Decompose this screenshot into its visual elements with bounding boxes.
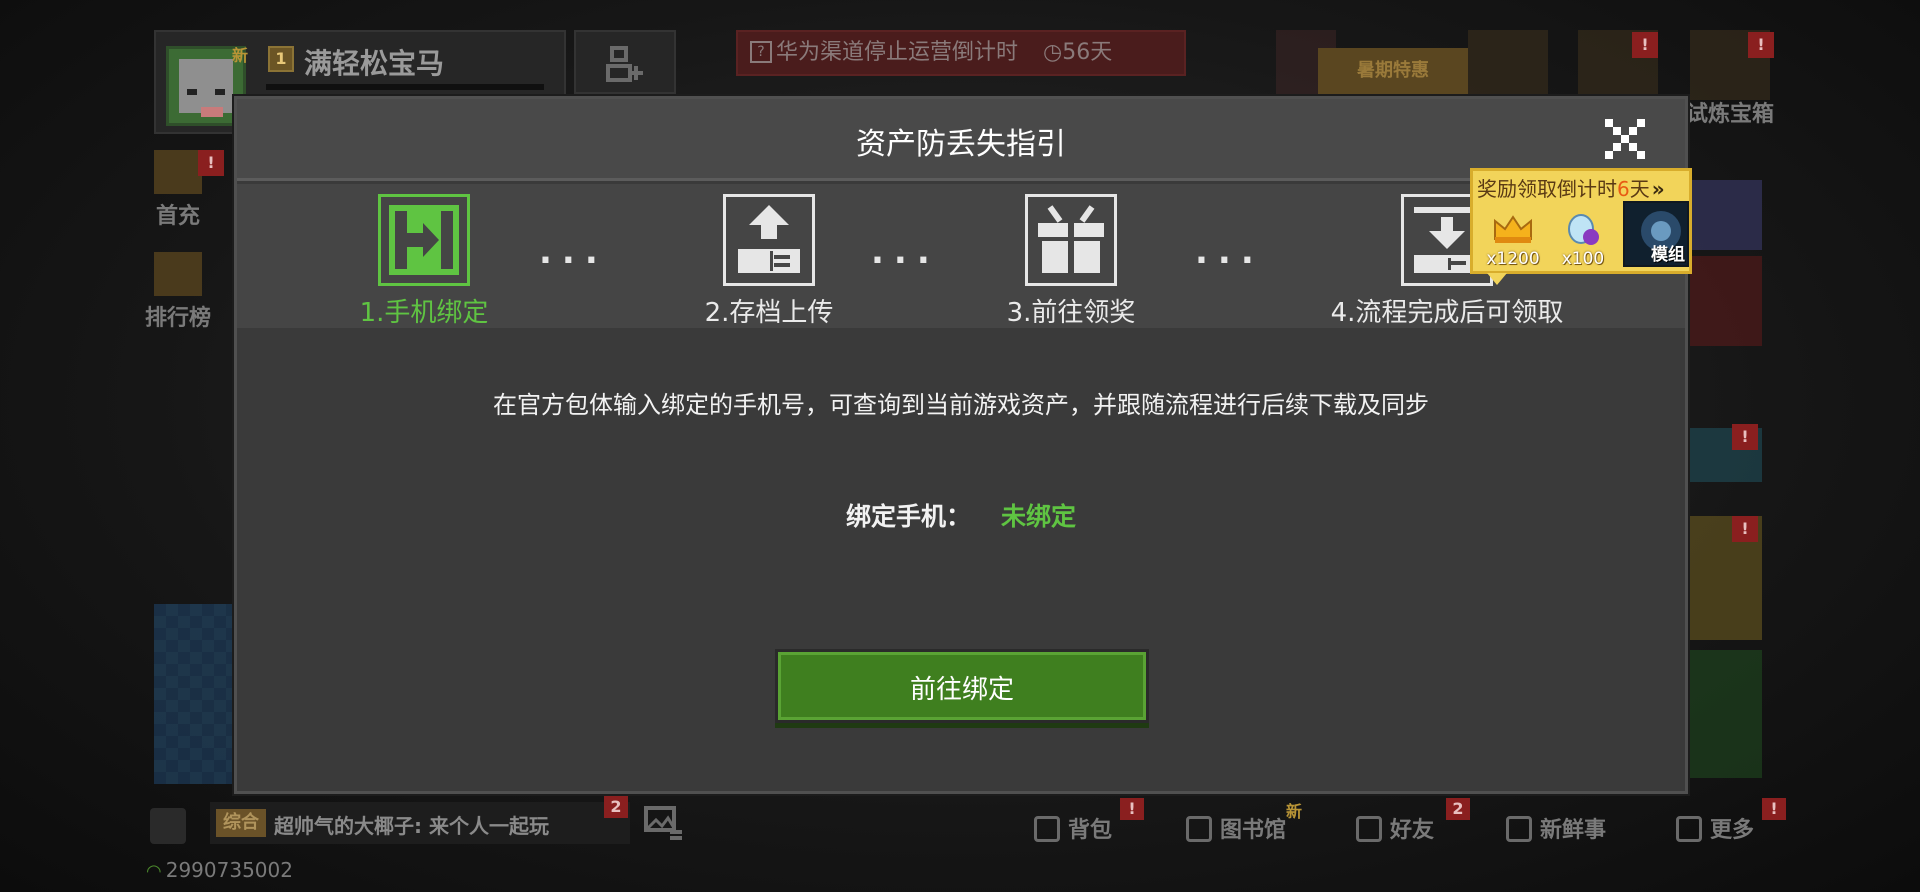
leaderboard-item[interactable]: 排行榜 — [140, 252, 216, 332]
help-icon: ? — [750, 41, 772, 63]
reward-days: 6 — [1617, 177, 1630, 201]
badge: 2 — [1446, 798, 1470, 820]
backpack-icon — [1034, 816, 1060, 842]
mod-thumbnail: 模组 — [1623, 201, 1689, 267]
bind-phone-status: 未绑定 — [1000, 502, 1076, 531]
library-icon — [1186, 816, 1212, 842]
grid-icon — [1676, 816, 1702, 842]
nav-label: 背包 — [1068, 818, 1113, 843]
reward-item-crown: x1200 — [1481, 207, 1545, 269]
steps-strip: 1.手机绑定 ... 2.存档上传 ... 3.前往领奖 ... 4.流程完成后… — [237, 184, 1685, 328]
crown-icon — [1494, 215, 1532, 243]
reward-countdown-title: 奖励领取倒计时6天» — [1477, 173, 1665, 202]
chat-channel-tag: 综合 — [216, 809, 266, 837]
trial-box-label: 试炼宝箱 — [1686, 102, 1775, 127]
side-panel[interactable] — [154, 604, 234, 784]
player-name: 满轻松宝马 — [304, 47, 445, 80]
nav-backpack[interactable]: 背包 — [1034, 812, 1112, 844]
notice-text: 华为渠道停止运营倒计时 — [776, 40, 1019, 65]
go-bind-button-label: 前往绑定 — [909, 675, 1014, 705]
chat-bar[interactable]: 综合 超帅气的大椰子: 来个人一起玩 — [210, 802, 630, 844]
status-row: ◠ 2990735002 — [146, 858, 293, 882]
friends-icon — [1356, 816, 1382, 842]
leaderboard-label: 排行榜 — [144, 306, 211, 331]
reward-count: x100 — [1561, 249, 1605, 269]
badge: ! — [198, 150, 224, 176]
notice-countdown: ◷56天 — [1043, 40, 1113, 65]
mod-label: 模组 — [1651, 245, 1685, 265]
first-recharge-label: 首充 — [155, 204, 200, 229]
image-share-icon[interactable] — [644, 806, 684, 842]
modal-title: 资产防丢失指引 — [856, 127, 1066, 162]
chat-message: 超帅气的大椰子: 来个人一起玩 — [274, 814, 549, 838]
new-tag: 新 — [232, 46, 249, 65]
reward-countdown-tooltip[interactable]: 奖励领取倒计时6天» x1200 x100 模组 — [1470, 168, 1692, 285]
gift-icon — [1025, 194, 1117, 286]
step-label: 1.手机绑定 — [359, 298, 489, 328]
leaderboard-icon — [154, 252, 202, 296]
nav-friends[interactable]: 好友 — [1356, 812, 1434, 844]
reward-title-text: 奖励领取倒计时 — [1477, 177, 1617, 201]
level-badge: 1 — [268, 46, 294, 72]
tooltip-tail — [1487, 273, 1507, 285]
shop-icon[interactable] — [1468, 30, 1548, 100]
step-label: 3.前往领奖 — [1006, 298, 1136, 328]
event-card[interactable] — [1688, 256, 1762, 346]
reward-title-suffix: 天 — [1629, 177, 1650, 201]
double-chevron-icon: » — [1651, 177, 1665, 201]
nav-news[interactable]: 新鲜事 — [1506, 812, 1606, 844]
badge: ! — [1632, 32, 1658, 58]
nav-label: 图书馆 — [1220, 818, 1287, 843]
step-label: 4.流程完成后可领取 — [1330, 298, 1564, 328]
nav-library[interactable]: 图书馆 — [1186, 812, 1286, 844]
go-bind-button[interactable]: 前往绑定 — [775, 649, 1149, 723]
badge: ! — [1762, 798, 1786, 820]
xp-bar — [266, 84, 544, 90]
megaphone-icon — [1506, 816, 1532, 842]
reward-item-diamond: x100 — [1551, 207, 1615, 269]
event-card[interactable] — [1688, 180, 1762, 250]
phone-bind-icon — [378, 194, 470, 286]
chat-badge: 2 — [604, 796, 628, 818]
event-card[interactable] — [1688, 650, 1762, 778]
nav-more[interactable]: 更多 — [1676, 812, 1754, 844]
nav-label: 新鲜事 — [1540, 818, 1607, 843]
wifi-icon: ◠ — [146, 861, 162, 882]
nav-label: 好友 — [1390, 818, 1435, 843]
badge: ! — [1732, 516, 1758, 542]
notice-bar[interactable]: ? 华为渠道停止运营倒计时 ◷56天 — [736, 30, 1186, 76]
close-button[interactable] — [1603, 117, 1647, 161]
description-text: 在官方包体输入绑定的手机号，可查询到当前游戏资产，并跟随流程进行后续下载及同步 — [493, 391, 1429, 419]
upload-icon — [723, 194, 815, 286]
badge: ! — [1732, 424, 1758, 450]
reward-count: x1200 — [1486, 249, 1540, 269]
new-badge: 新 — [1286, 802, 1303, 821]
chest-icon — [154, 150, 202, 194]
player-id: 2990735002 — [165, 858, 293, 882]
nav-label: 更多 — [1710, 818, 1755, 843]
badge: ! — [1748, 32, 1774, 58]
summer-sale-banner[interactable]: 暑期特惠 — [1318, 48, 1468, 94]
add-friend-icon — [606, 46, 643, 82]
bind-phone-row: 绑定手机： 未绑定 — [237, 497, 1685, 533]
add-friend-button[interactable] — [574, 30, 676, 94]
bind-phone-label: 绑定手机： — [846, 502, 972, 531]
close-icon — [1605, 119, 1645, 159]
badge: ! — [1120, 798, 1144, 820]
diamond-icon — [1568, 214, 1599, 245]
chat-settings-icon[interactable] — [150, 808, 186, 844]
modal-header: 资产防丢失指引 — [237, 99, 1685, 181]
